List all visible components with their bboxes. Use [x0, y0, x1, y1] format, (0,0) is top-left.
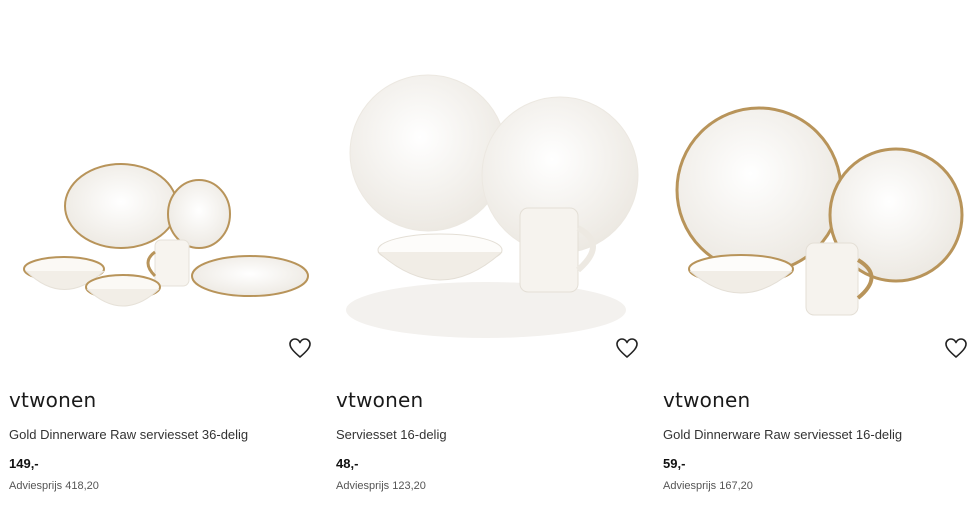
- wishlist-heart-icon[interactable]: [615, 336, 639, 360]
- wishlist-heart-icon[interactable]: [944, 336, 968, 360]
- product-grid: vtwonen Gold Dinnerware Raw serviesset 3…: [0, 0, 978, 509]
- product-price: 48,-: [336, 456, 359, 471]
- product-card[interactable]: vtwonen Gold Dinnerware Raw serviesset 3…: [9, 0, 325, 509]
- brand-name: vtwonen: [9, 388, 97, 412]
- product-title[interactable]: Gold Dinnerware Raw serviesset 36-delig: [9, 427, 248, 442]
- product-title[interactable]: Serviesset 16-delig: [336, 427, 447, 442]
- product-image[interactable]: [663, 40, 978, 340]
- product-image[interactable]: [336, 40, 652, 340]
- product-card[interactable]: vtwonen Gold Dinnerware Raw serviesset 1…: [663, 0, 978, 509]
- product-price: 149,-: [9, 456, 39, 471]
- product-title[interactable]: Gold Dinnerware Raw serviesset 16-delig: [663, 427, 902, 442]
- wishlist-heart-icon[interactable]: [288, 336, 312, 360]
- advice-price: Adviesprijs 418,20: [9, 480, 99, 492]
- advice-price: Adviesprijs 123,20: [336, 480, 426, 492]
- product-card[interactable]: vtwonen Serviesset 16-delig 48,- Adviesp…: [336, 0, 652, 509]
- brand-name: vtwonen: [336, 388, 424, 412]
- advice-price: Adviesprijs 167,20: [663, 480, 753, 492]
- product-price: 59,-: [663, 456, 686, 471]
- brand-name: vtwonen: [663, 388, 751, 412]
- product-image[interactable]: [9, 40, 325, 340]
